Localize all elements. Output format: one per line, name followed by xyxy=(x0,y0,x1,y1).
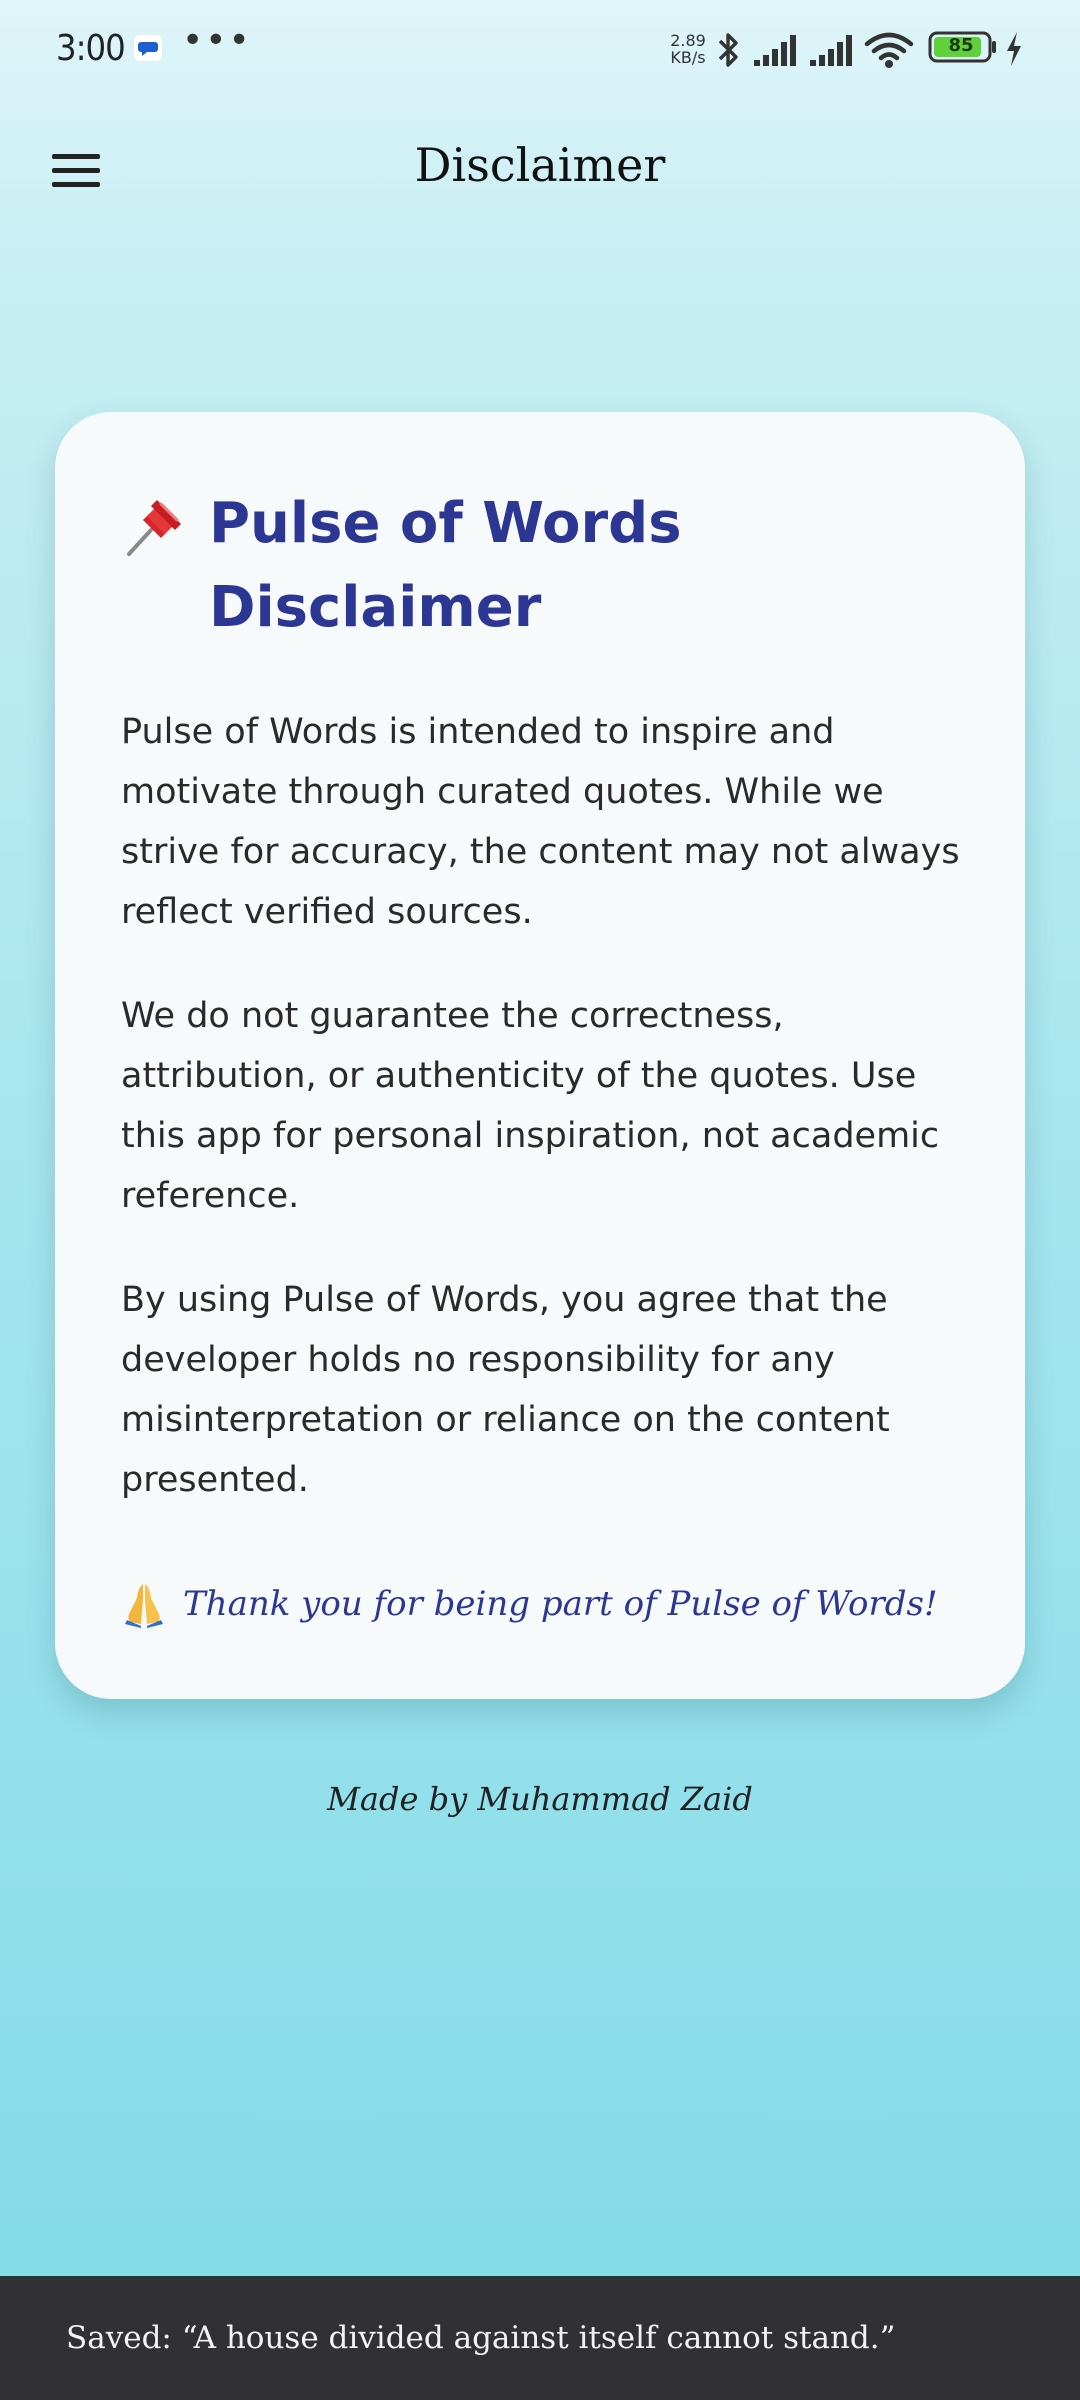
signal-icon xyxy=(810,35,852,66)
signal-icon xyxy=(754,35,796,66)
bluetooth-icon xyxy=(718,33,738,67)
disclaimer-paragraph: By using Pulse of Words, you agree that … xyxy=(121,1280,890,1500)
snackbar: Saved: “A house divided against itself c… xyxy=(0,2276,1080,2400)
disclaimer-paragraph: Pulse of Words is intended to inspire an… xyxy=(121,712,960,932)
thanks-text: Thank you for being part of Pulse of Wor… xyxy=(183,1584,938,1624)
status-bar: 3:00 ••• 2.89 KB/s 85 xyxy=(0,0,1080,100)
app-bar: Disclaimer xyxy=(0,120,1080,220)
page-title: Disclaimer xyxy=(414,138,666,192)
card-title: Pulse of Words Disclaimer xyxy=(209,491,682,640)
network-speed-unit: KB/s xyxy=(670,48,706,67)
snackbar-message: Saved: “A house divided against itself c… xyxy=(66,2320,896,2356)
praying-hands-icon xyxy=(125,1584,163,1628)
more-notifications-icon: ••• xyxy=(182,20,252,61)
battery-level: 85 xyxy=(948,35,974,56)
status-time: 3:00 xyxy=(56,28,126,69)
battery-icon: 85 xyxy=(928,30,998,64)
card-heading: Pulse of Words Disclaimer xyxy=(121,482,959,650)
message-icon xyxy=(134,35,162,61)
disclaimer-card: Pulse of Words Disclaimer Pulse of Words… xyxy=(55,412,1025,1699)
network-speed: 2.89 KB/s xyxy=(666,32,710,66)
thanks-line: Thank you for being part of Pulse of Wor… xyxy=(121,1580,959,1628)
developer-credit: Made by Muhammad Zaid xyxy=(327,1780,753,1818)
disclaimer-paragraph: We do not guarantee the correctness, att… xyxy=(121,996,940,1216)
charging-icon xyxy=(1007,32,1021,66)
pushpin-icon xyxy=(127,500,181,556)
wifi-icon xyxy=(864,32,914,68)
network-speed-value: 2.89 xyxy=(670,31,706,50)
